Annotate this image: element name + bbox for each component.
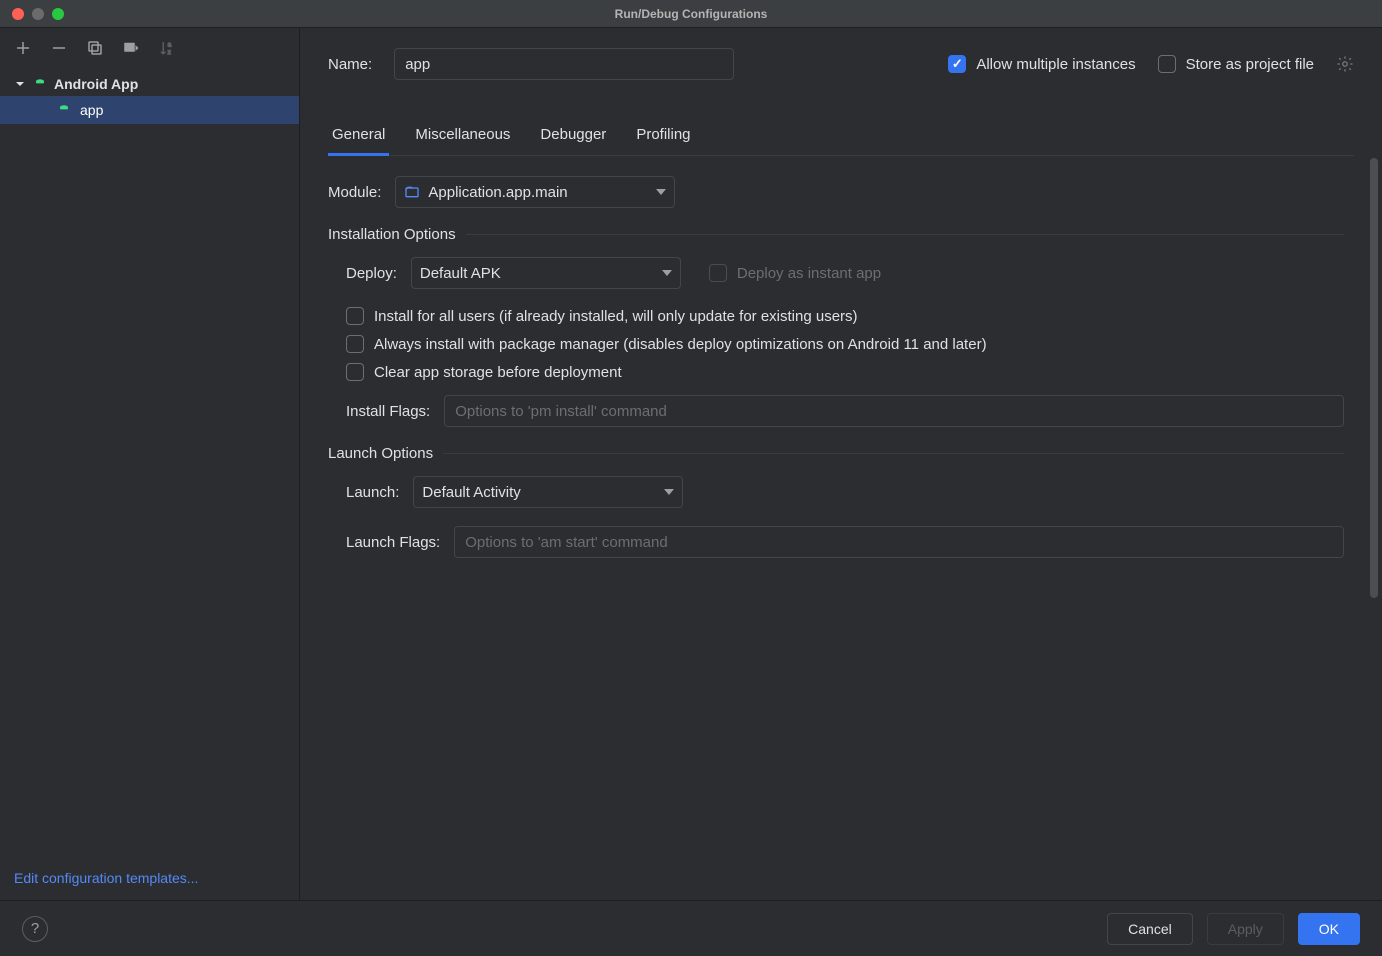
svg-text:a: a [168, 43, 172, 49]
svg-text:z: z [168, 50, 171, 56]
name-input[interactable] [394, 48, 734, 80]
module-label: Module: [328, 184, 381, 201]
maximize-window-icon[interactable] [52, 8, 64, 20]
save-layout-icon[interactable] [122, 39, 140, 57]
allow-multiple-checkbox[interactable] [948, 55, 966, 73]
divider [443, 453, 1344, 454]
always-pm-row[interactable]: Always install with package manager (dis… [346, 335, 1344, 353]
window-controls [0, 8, 64, 20]
module-icon [404, 184, 420, 200]
tree-group-android-app[interactable]: Android App [0, 72, 299, 96]
bottom-bar: ? Cancel Apply OK [0, 900, 1382, 956]
deploy-dropdown[interactable]: Default APK [411, 257, 681, 289]
module-dropdown[interactable]: Application.app.main [395, 176, 675, 208]
android-icon [56, 102, 72, 118]
content-panel: Name: Allow multiple instances Store as … [300, 28, 1382, 900]
allow-multiple-row[interactable]: Allow multiple instances [948, 55, 1135, 73]
always-pm-label: Always install with package manager (dis… [374, 336, 987, 353]
installation-section-header: Installation Options [328, 226, 456, 243]
clear-storage-row[interactable]: Clear app storage before deployment [346, 363, 1344, 381]
sort-icon[interactable]: az [158, 39, 176, 57]
android-icon [32, 76, 48, 92]
minimize-window-icon [32, 8, 44, 20]
deploy-label: Deploy: [346, 265, 397, 282]
config-tree: Android App app [0, 68, 299, 856]
store-as-file-checkbox[interactable] [1158, 55, 1176, 73]
module-value: Application.app.main [428, 184, 640, 201]
launch-value: Default Activity [422, 484, 648, 501]
apply-button: Apply [1207, 913, 1284, 945]
deploy-instant-checkbox [709, 264, 727, 282]
tab-profiling[interactable]: Profiling [632, 126, 694, 155]
deploy-instant-label: Deploy as instant app [737, 265, 881, 282]
tree-item-label: app [80, 102, 103, 118]
install-flags-label: Install Flags: [346, 403, 430, 420]
store-as-file-row[interactable]: Store as project file [1158, 55, 1314, 73]
always-pm-checkbox[interactable] [346, 335, 364, 353]
add-icon[interactable] [14, 39, 32, 57]
tree-group-label: Android App [54, 76, 138, 92]
install-flags-input[interactable] [444, 395, 1344, 427]
window-title: Run/Debug Configurations [615, 7, 768, 21]
launch-label: Launch: [346, 484, 399, 501]
install-all-users-row[interactable]: Install for all users (if already instal… [346, 307, 1344, 325]
name-label: Name: [328, 56, 372, 73]
launch-section-header: Launch Options [328, 445, 433, 462]
deploy-value: Default APK [420, 265, 646, 282]
chevron-down-icon [14, 78, 26, 90]
sidebar-toolbar: az [0, 28, 299, 68]
cancel-button[interactable]: Cancel [1107, 913, 1193, 945]
ok-button[interactable]: OK [1298, 913, 1360, 945]
scrollbar[interactable] [1370, 158, 1378, 598]
launch-flags-label: Launch Flags: [346, 534, 440, 551]
store-as-file-label: Store as project file [1186, 56, 1314, 73]
install-all-users-checkbox[interactable] [346, 307, 364, 325]
divider [466, 234, 1344, 235]
tab-debugger[interactable]: Debugger [536, 126, 610, 155]
tree-item-app[interactable]: app [0, 96, 299, 124]
gear-icon[interactable] [1336, 55, 1354, 73]
help-button[interactable]: ? [22, 916, 48, 942]
chevron-down-icon [664, 489, 674, 495]
chevron-down-icon [662, 270, 672, 276]
clear-storage-label: Clear app storage before deployment [374, 364, 622, 381]
chevron-down-icon [656, 189, 666, 195]
close-window-icon[interactable] [12, 8, 24, 20]
install-all-users-label: Install for all users (if already instal… [374, 308, 858, 325]
sidebar: az Android App app Edit configuration te… [0, 28, 300, 900]
copy-icon[interactable] [86, 39, 104, 57]
tabs: General Miscellaneous Debugger Profiling [328, 126, 1354, 156]
launch-flags-input[interactable] [454, 526, 1344, 558]
remove-icon[interactable] [50, 39, 68, 57]
tab-general[interactable]: General [328, 126, 389, 156]
allow-multiple-label: Allow multiple instances [976, 56, 1135, 73]
tab-miscellaneous[interactable]: Miscellaneous [411, 126, 514, 155]
edit-templates-link[interactable]: Edit configuration templates... [14, 870, 198, 886]
launch-dropdown[interactable]: Default Activity [413, 476, 683, 508]
titlebar: Run/Debug Configurations [0, 0, 1382, 28]
clear-storage-checkbox[interactable] [346, 363, 364, 381]
